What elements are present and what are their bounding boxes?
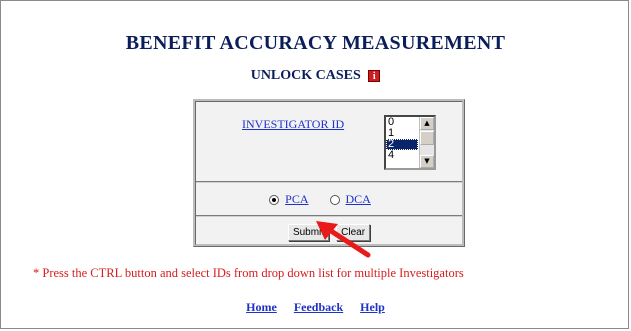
case-type-row: PCA DCA [196, 183, 462, 217]
investigator-row: INVESTIGATOR ID 0 1 2 4 ▲ ▼ [196, 102, 462, 183]
instruction-note: * Press the CTRL button and select IDs f… [33, 266, 464, 280]
scroll-thumb[interactable] [420, 131, 434, 145]
home-link[interactable]: Home [246, 300, 277, 314]
scroll-down-arrow-icon[interactable]: ▼ [420, 155, 434, 168]
scroll-up-arrow-icon[interactable]: ▲ [420, 117, 434, 130]
red-arrow-annotation-icon [316, 221, 371, 258]
footer-nav: Home Feedback Help [0, 300, 631, 315]
help-link[interactable]: Help [360, 300, 385, 314]
investigator-id-listbox[interactable]: 0 1 2 4 ▲ ▼ [384, 115, 436, 170]
subtitle-text: UNLOCK CASES [250, 68, 361, 83]
page-title: BENEFIT ACCURACY MEASUREMENT [125, 32, 506, 54]
pca-radio[interactable] [269, 195, 280, 206]
listbox-option[interactable]: 4 [386, 150, 418, 161]
feedback-link[interactable]: Feedback [294, 300, 343, 314]
dca-radio-label[interactable]: DCA [346, 192, 371, 206]
listbox-scrollbar[interactable]: ▲ ▼ [419, 117, 434, 168]
page-subtitle: UNLOCK CASES i [0, 68, 631, 84]
dca-radio[interactable] [329, 195, 340, 206]
pca-radio-label[interactable]: PCA [285, 192, 308, 206]
investigator-id-link[interactable]: INVESTIGATOR ID [242, 117, 344, 132]
info-icon[interactable]: i [368, 69, 381, 82]
